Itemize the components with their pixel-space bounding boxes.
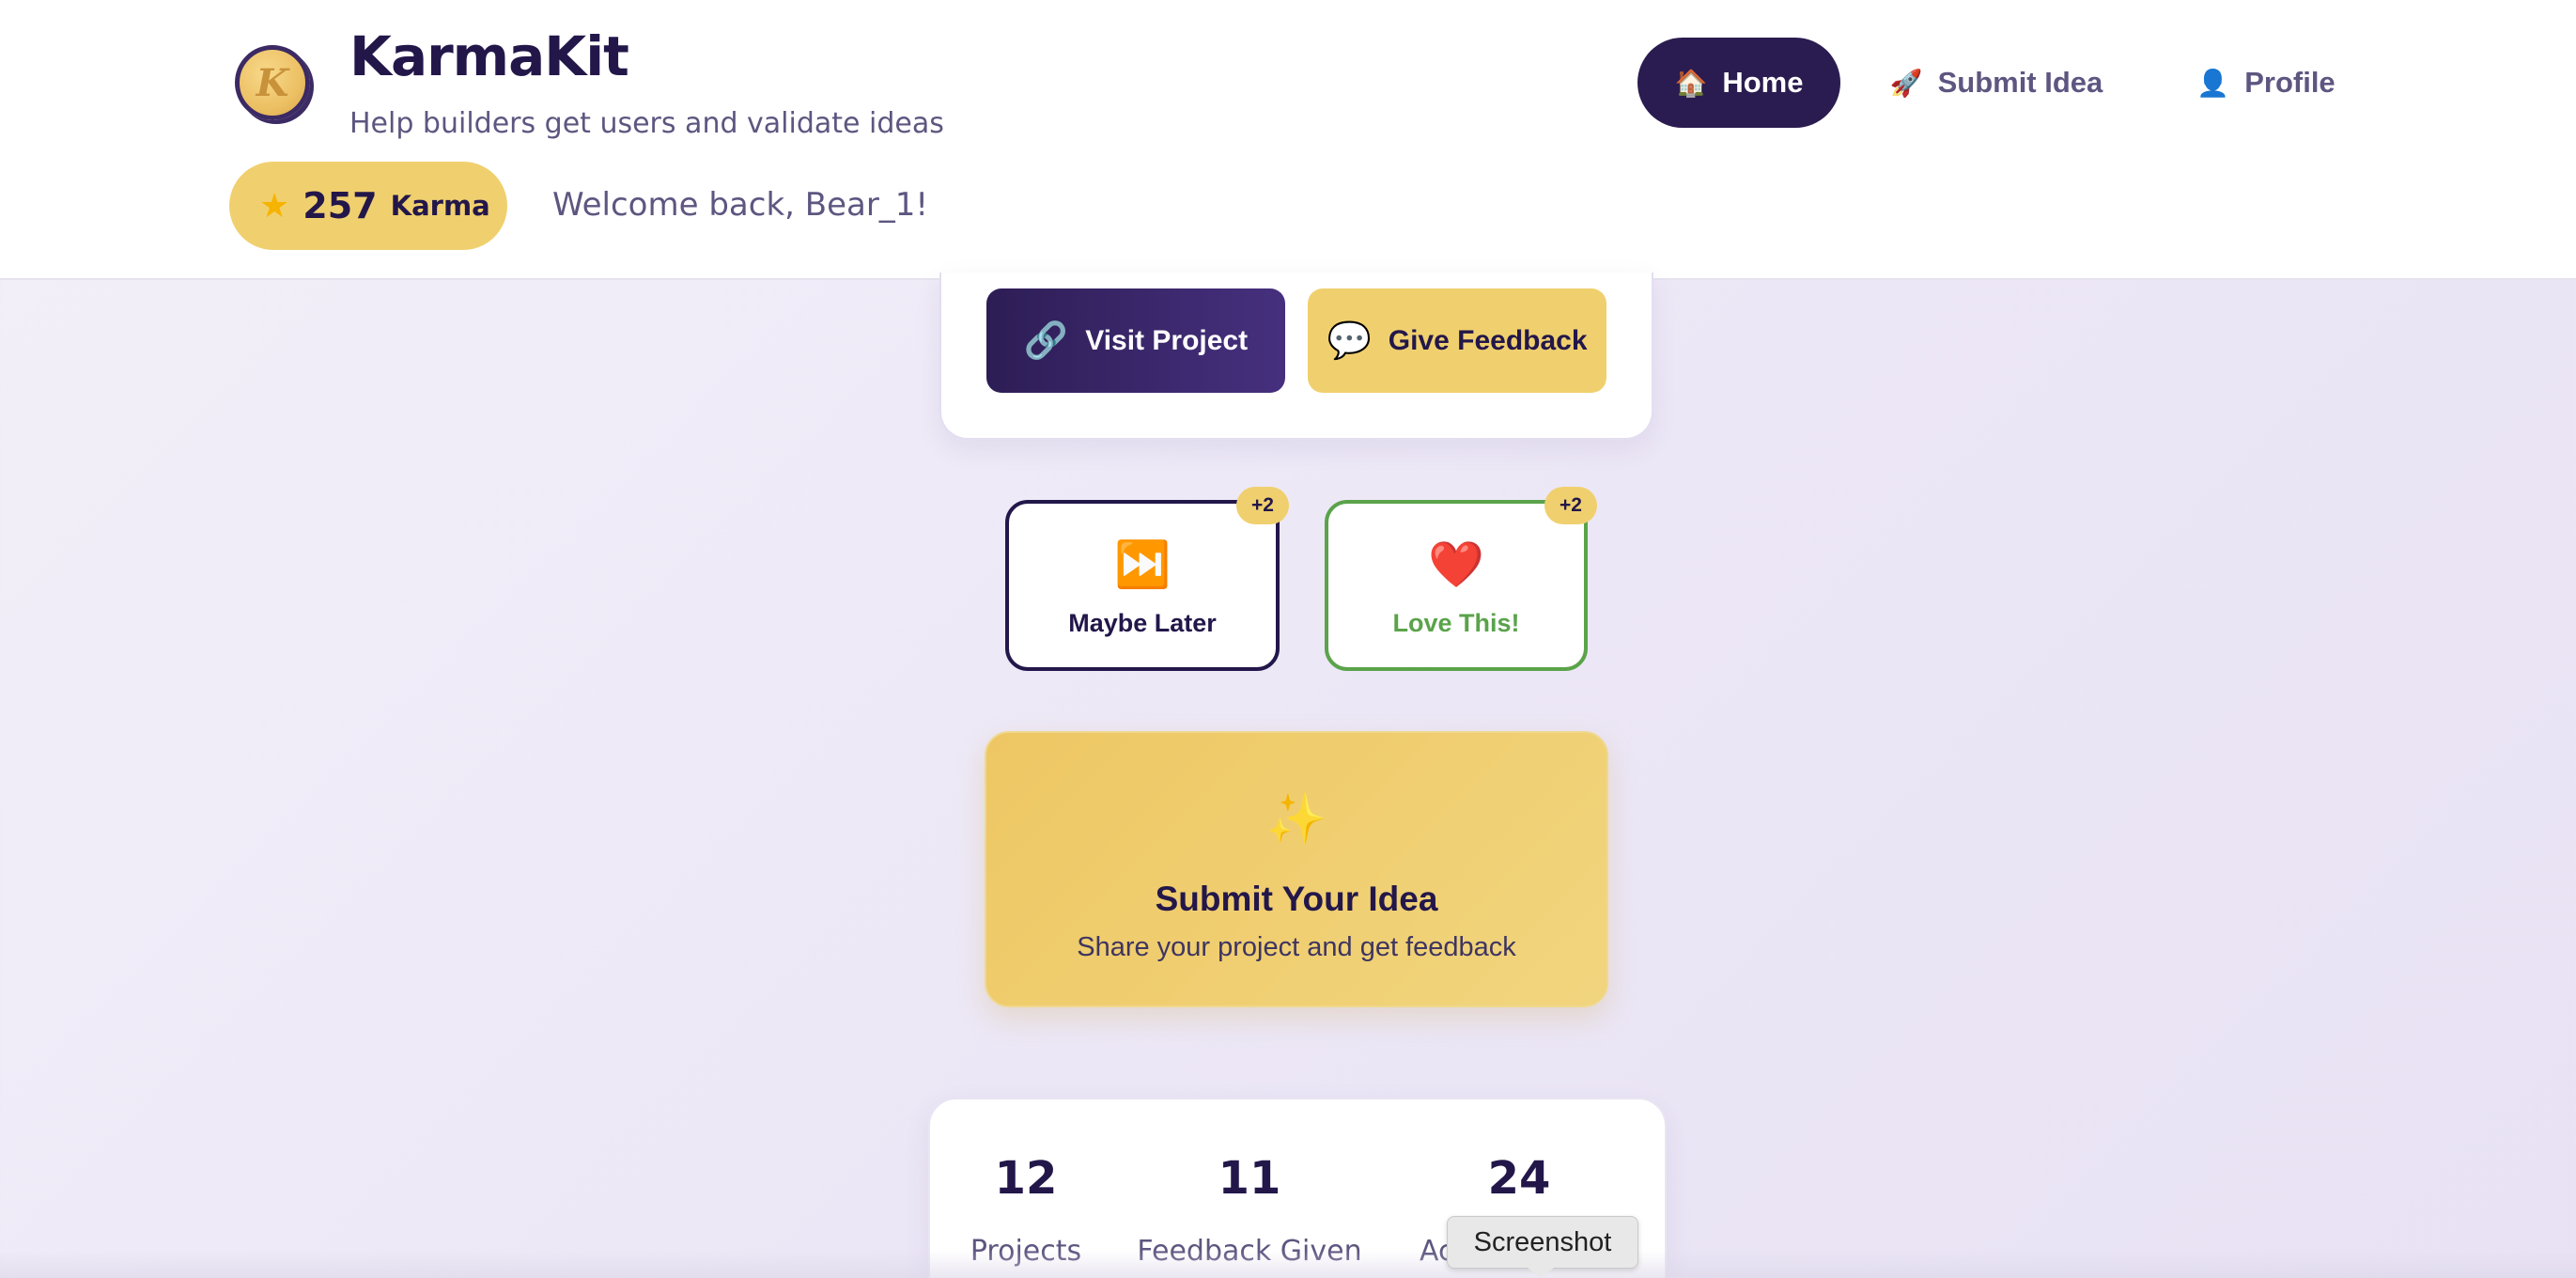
- star-icon: ★: [259, 186, 290, 225]
- maybe-later-button[interactable]: +2 ⏭️ Maybe Later: [1005, 487, 1289, 671]
- give-feedback-button[interactable]: 💬 Give Feedback: [1308, 288, 1606, 393]
- nav-home-label: Home: [1722, 66, 1804, 99]
- tooltip-arrow: [1528, 1268, 1554, 1278]
- screenshot-tooltip: Screenshot: [1447, 1216, 1638, 1269]
- sparkles-icon: ✨: [1265, 792, 1327, 847]
- karma-reward-badge: +2: [1544, 487, 1597, 524]
- app-title: KarmaKit: [349, 24, 629, 88]
- karma-badge: ★ 257 Karma: [229, 162, 507, 250]
- rocket-icon: 🚀: [1889, 68, 1923, 98]
- submit-idea-card[interactable]: ✨ Submit Your Idea Share your project an…: [985, 731, 1608, 1007]
- maybe-later-label: Maybe Later: [1068, 609, 1217, 637]
- love-this-label: Love This!: [1392, 609, 1520, 637]
- submit-idea-title: Submit Your Idea: [1155, 880, 1438, 918]
- karma-value: 257: [303, 185, 378, 226]
- visit-project-label: Visit Project: [1085, 324, 1249, 356]
- user-icon: 👤: [2196, 68, 2230, 98]
- nav-profile-label: Profile: [2244, 66, 2335, 99]
- nav-submit-idea[interactable]: 🚀 Submit Idea: [1879, 38, 2114, 128]
- submit-idea-subtitle: Share your project and get feedback: [1077, 932, 1516, 962]
- skip-forward-icon: ⏭️: [1114, 540, 1171, 590]
- stat-feedback-value: 11: [1218, 1152, 1281, 1205]
- speech-bubble-icon: 💬: [1327, 320, 1372, 361]
- love-this-button[interactable]: +2 ❤️ Love This!: [1325, 487, 1597, 671]
- nav-home[interactable]: 🏠 Home: [1637, 38, 1840, 128]
- karma-label: Karma: [390, 190, 490, 222]
- home-icon: 🏠: [1674, 68, 1708, 98]
- welcome-message: Welcome back, Bear_1!: [552, 186, 929, 224]
- link-icon: 🔗: [1023, 320, 1069, 361]
- logo-letter: K: [256, 60, 289, 105]
- app-header: K KarmaKit Help builders get users and v…: [0, 0, 2576, 280]
- stat-projects-value: 12: [994, 1152, 1058, 1205]
- bottom-fade: [0, 1250, 2576, 1278]
- app-tagline: Help builders get users and validate ide…: [349, 107, 944, 140]
- visit-project-button[interactable]: 🔗 Visit Project: [986, 288, 1285, 393]
- nav-submit-label: Submit Idea: [1937, 66, 2103, 99]
- stat-actions-value: 24: [1487, 1152, 1551, 1205]
- nav-profile[interactable]: 👤 Profile: [2172, 38, 2360, 128]
- heart-icon: ❤️: [1428, 540, 1484, 590]
- give-feedback-label: Give Feedback: [1388, 324, 1588, 356]
- karmakit-logo[interactable]: K: [235, 45, 310, 120]
- karma-reward-badge: +2: [1236, 487, 1289, 524]
